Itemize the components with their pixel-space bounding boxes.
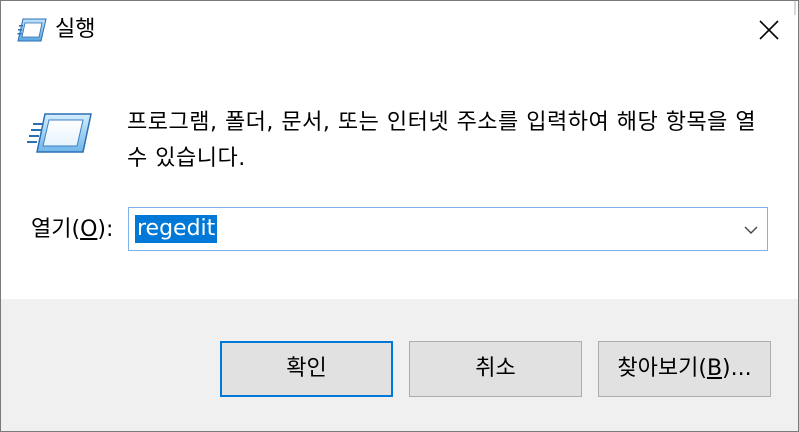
run-dialog: 실행 프로그램, 폴더, 문서, 또는 인터넷 주소를 입력하여 해당 항목을 … [0,0,799,432]
open-label-suffix: ): [97,217,114,242]
browse-button[interactable]: 찾아보기(B)... [598,341,771,397]
run-program-icon [27,111,93,155]
ok-button[interactable]: 확인 [220,341,393,397]
browse-label-suffix: )... [722,356,752,381]
run-icon [17,17,47,43]
close-icon [759,20,779,40]
browse-label-prefix: 찾아보기( [617,356,707,381]
open-field-label: 열기(O): [31,215,113,245]
chevron-down-icon[interactable] [741,220,761,240]
open-label-prefix: 열기( [31,217,81,242]
title-bar[interactable]: 실행 [1,1,798,59]
dialog-description: 프로그램, 폴더, 문서, 또는 인터넷 주소를 입력하여 해당 항목을 열 수… [127,110,757,171]
background-window-edge [794,1,796,15]
button-bar: 확인 취소 찾아보기(B)... [1,299,798,431]
browse-label-hotkey: B [706,356,723,381]
close-button[interactable] [740,1,798,59]
open-label-hotkey: O [80,217,98,242]
open-input[interactable]: regedit [135,215,218,243]
open-combobox[interactable]: regedit [128,207,768,251]
window-title: 실행 [55,17,96,42]
cancel-button[interactable]: 취소 [409,341,582,397]
